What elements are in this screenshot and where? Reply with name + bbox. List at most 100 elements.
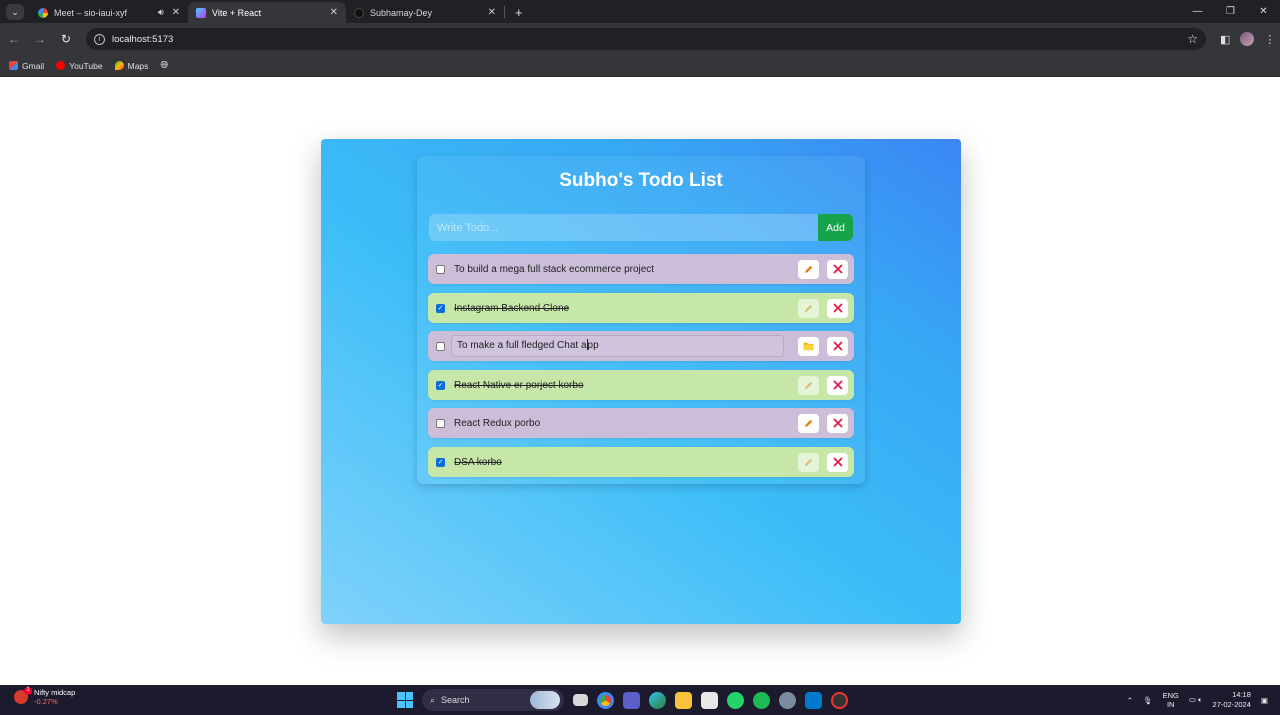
todo-text: React Native er porject korbo [454, 379, 584, 391]
todo-edit-field[interactable]: To make a full fledged Chat app [451, 335, 784, 357]
bookmark-star-icon[interactable]: ☆ [1187, 32, 1198, 46]
address-bar[interactable]: i localhost:5173 ☆ [86, 28, 1206, 50]
stock-widget-icon [14, 687, 32, 704]
widget-value: -0.27% [34, 697, 58, 706]
pencil-icon [804, 419, 813, 427]
delete-button[interactable] [827, 298, 848, 318]
clock[interactable]: 14:18 27-02-2024 [1213, 690, 1251, 710]
close-icon [833, 303, 842, 313]
url-text: localhost:5173 [112, 33, 174, 45]
whatsapp-icon[interactable] [727, 691, 744, 709]
bookmark-maps[interactable]: Maps [114, 60, 149, 71]
bookmark-label: Maps [127, 60, 149, 71]
todo-item: React Redux porbo [428, 408, 854, 438]
notification-icon[interactable]: ▣ [1261, 696, 1268, 705]
menu-dots-icon[interactable]: ⋮ [1264, 33, 1275, 46]
file-explorer-icon[interactable] [675, 691, 692, 709]
side-panel-icon[interactable]: ◧ [1220, 33, 1230, 46]
todo-checkbox[interactable] [436, 341, 445, 351]
widget-title: Nifty midcap [34, 688, 76, 697]
search-highlight-art [530, 691, 560, 709]
pencil-icon [804, 381, 813, 389]
add-button[interactable]: Add [818, 214, 853, 241]
github-favicon-icon [354, 7, 364, 18]
todo-panel: Subho's Todo List Add To build a mega fu… [417, 156, 865, 484]
reload-icon[interactable]: ↻ [54, 32, 78, 46]
github-desktop-icon[interactable] [831, 691, 848, 709]
todo-checkbox[interactable]: ✓ [436, 457, 445, 467]
globe-icon: 🌐︎ [160, 60, 169, 71]
tab-search-button[interactable]: ⌄ [6, 4, 24, 20]
speaker-icon[interactable]: 🔊︎ [158, 7, 164, 18]
edit-button[interactable] [798, 452, 819, 472]
edit-button[interactable] [798, 413, 819, 433]
pencil-icon [804, 304, 813, 312]
todo-input[interactable] [429, 214, 818, 241]
youtube-icon [56, 61, 66, 70]
network-volume-icon[interactable]: ▭ 🔈︎ [1189, 695, 1203, 705]
close-icon [833, 418, 842, 428]
edge-icon[interactable] [649, 691, 666, 709]
profile-avatar[interactable] [1240, 32, 1255, 46]
todo-text: React Redux porbo [454, 417, 541, 429]
delete-button[interactable] [827, 413, 848, 433]
edit-button[interactable] [798, 259, 819, 279]
task-view-icon[interactable] [573, 694, 588, 706]
bookmark-label: Gmail [22, 60, 45, 71]
delete-button[interactable] [827, 259, 848, 279]
edit-button[interactable] [798, 375, 819, 395]
todo-item: ✓ React Native er porject korbo [428, 370, 854, 400]
windows-taskbar: Nifty midcap -0.27% ⌕ Search ⌃ 🎙︎ ENG IN… [0, 685, 1280, 715]
close-tab-icon[interactable]: ✕ [488, 7, 496, 18]
todo-checkbox[interactable]: ✓ [436, 303, 445, 313]
edit-button[interactable] [798, 298, 819, 318]
search-label: Search [441, 695, 470, 705]
delete-button[interactable] [827, 375, 848, 395]
teams-icon[interactable] [623, 691, 640, 709]
bookmark-gmail[interactable]: Gmail [9, 61, 44, 71]
pencil-icon [804, 458, 813, 466]
bookmark-globe[interactable]: 🌐︎ [160, 60, 168, 71]
windows-start-icon[interactable] [397, 692, 413, 708]
close-window-icon[interactable]: ✕ [1247, 6, 1280, 17]
stock-widget[interactable]: Nifty midcap -0.27% [14, 687, 76, 706]
forward-icon[interactable]: → [28, 32, 52, 46]
todo-item: To build a mega full stack ecommerce pro… [428, 254, 854, 284]
tab-title: Meet – sio-iaui-xyf [54, 7, 128, 18]
gmail-icon [9, 61, 18, 70]
todo-text: DSA korbo [454, 456, 502, 468]
microphone-icon[interactable]: 🎙︎ [1143, 696, 1153, 705]
site-info-icon[interactable]: i [94, 33, 105, 45]
new-tab-button[interactable]: + [515, 5, 523, 20]
chevron-up-icon[interactable]: ⌃ [1127, 696, 1133, 705]
spotify-icon[interactable] [753, 691, 770, 709]
taskbar-search[interactable]: ⌕ Search [422, 689, 564, 711]
minimize-icon[interactable]: — [1181, 6, 1214, 17]
tab-divider [504, 6, 505, 18]
chrome-favicon-icon [38, 7, 48, 18]
tab-meet[interactable]: Meet – sio-iaui-xyf 🔊︎ ✕ [30, 2, 188, 23]
bookmark-youtube[interactable]: YouTube [56, 61, 103, 71]
todo-checkbox[interactable] [436, 264, 445, 274]
tab-subhamay-dey[interactable]: Subhamay-Dey ✕ [346, 2, 504, 23]
todo-checkbox[interactable]: ✓ [436, 380, 445, 390]
back-icon[interactable]: ← [2, 32, 26, 46]
chrome-icon[interactable] [597, 691, 614, 709]
delete-button[interactable] [827, 336, 848, 356]
toolbar-right: ◧ ⋮ [1220, 32, 1275, 46]
delete-button[interactable] [827, 452, 848, 472]
restore-icon[interactable]: ❐ [1214, 6, 1247, 17]
settings-icon[interactable] [779, 691, 796, 709]
close-tab-icon[interactable]: ✕ [172, 7, 180, 18]
close-tab-icon[interactable]: ✕ [330, 7, 338, 18]
close-icon [833, 341, 842, 351]
language-indicator[interactable]: ENG IN [1163, 691, 1179, 709]
browser-tab-strip: ⌄ Meet – sio-iaui-xyf 🔊︎ ✕ Vite + React … [0, 0, 1280, 23]
todo-checkbox[interactable] [436, 418, 445, 428]
todo-form: Add [429, 214, 853, 241]
tab-vite-react[interactable]: Vite + React ✕ [188, 2, 346, 23]
tab-title: Vite + React [212, 7, 262, 18]
vscode-icon[interactable] [805, 691, 822, 709]
store-icon[interactable] [701, 691, 718, 709]
save-button[interactable] [798, 336, 819, 356]
